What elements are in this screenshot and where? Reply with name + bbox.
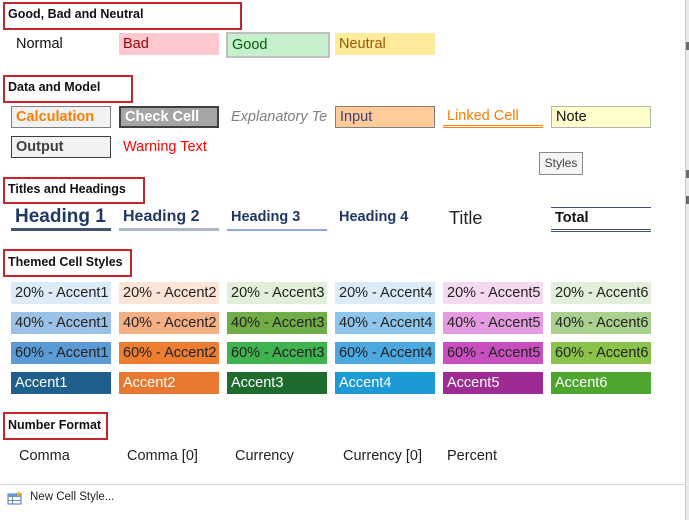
style-row60-accent5[interactable]: 60% - Accent5 — [443, 342, 543, 364]
style-accent-accent5[interactable]: Accent5 — [443, 372, 543, 394]
style-row20-accent6[interactable]: 20% - Accent6 — [551, 282, 651, 304]
style-row40-accent6[interactable]: 40% - Accent6 — [551, 312, 651, 334]
style-accent-accent6[interactable]: Accent6 — [551, 372, 651, 394]
style-row40-accent4[interactable]: 40% - Accent4 — [335, 312, 435, 334]
style-linked-cell[interactable]: Linked Cell — [443, 106, 543, 128]
style-row60-accent3[interactable]: 60% - Accent3 — [227, 342, 327, 364]
style-row60-accent6[interactable]: 60% - Accent6 — [551, 342, 651, 364]
style-row20-accent4[interactable]: 20% - Accent4 — [335, 282, 435, 304]
style-row40-accent1[interactable]: 40% - Accent1 — [11, 312, 111, 334]
style-row60-accent1[interactable]: 60% - Accent1 — [11, 342, 111, 364]
new-style-icon — [7, 491, 23, 505]
styles-tooltip: Styles — [539, 152, 583, 175]
style-bad[interactable]: Bad — [119, 33, 219, 55]
style-row20-accent1[interactable]: 20% - Accent1 — [11, 282, 111, 304]
style-row20-accent2[interactable]: 20% - Accent2 — [119, 282, 219, 304]
style-neutral[interactable]: Neutral — [335, 33, 435, 55]
style-currency[interactable]: Currency — [231, 445, 331, 467]
style-note[interactable]: Note — [551, 106, 651, 128]
style-output[interactable]: Output — [11, 136, 111, 158]
style-currency-0[interactable]: Currency [0] — [339, 445, 439, 467]
footer-divider — [0, 484, 685, 485]
highlight-box — [3, 177, 145, 204]
style-accent-accent4[interactable]: Accent4 — [335, 372, 435, 394]
highlight-box — [3, 412, 108, 440]
style-percent[interactable]: Percent — [443, 445, 543, 467]
style-title[interactable]: Title — [443, 207, 543, 231]
style-heading-1[interactable]: Heading 1 — [11, 207, 111, 231]
cell-styles-gallery: Good, Bad and Neutral Normal Bad Good Ne… — [0, 0, 686, 520]
style-calculation[interactable]: Calculation — [11, 106, 111, 128]
style-accent-accent1[interactable]: Accent1 — [11, 372, 111, 394]
style-comma-0[interactable]: Comma [0] — [123, 445, 223, 467]
style-input[interactable]: Input — [335, 106, 435, 128]
style-row40-accent2[interactable]: 40% - Accent2 — [119, 312, 219, 334]
style-check-cell[interactable]: Check Cell — [119, 106, 219, 128]
highlight-box — [3, 249, 132, 277]
highlight-box — [3, 2, 242, 30]
style-row20-accent3[interactable]: 20% - Accent3 — [227, 282, 327, 304]
style-heading-3[interactable]: Heading 3 — [227, 207, 327, 231]
style-explanatory-text[interactable]: Explanatory Te: — [227, 106, 327, 128]
style-good[interactable]: Good — [226, 32, 330, 58]
style-total[interactable]: Total — [551, 207, 651, 232]
style-heading-4[interactable]: Heading 4 — [335, 207, 435, 231]
style-row40-accent3[interactable]: 40% - Accent3 — [227, 312, 327, 334]
style-heading-2[interactable]: Heading 2 — [119, 207, 219, 231]
style-comma[interactable]: Comma — [15, 445, 115, 467]
style-warning-text[interactable]: Warning Text — [119, 136, 219, 158]
style-normal[interactable]: Normal — [10, 33, 110, 55]
style-row60-accent2[interactable]: 60% - Accent2 — [119, 342, 219, 364]
style-row60-accent4[interactable]: 60% - Accent4 — [335, 342, 435, 364]
style-accent-accent3[interactable]: Accent3 — [227, 372, 327, 394]
new-cell-style-label: New Cell Style... — [30, 491, 115, 503]
highlight-box — [3, 75, 133, 103]
new-cell-style-command[interactable]: New Cell Style... — [4, 488, 204, 510]
style-row40-accent5[interactable]: 40% - Accent5 — [443, 312, 543, 334]
style-accent-accent2[interactable]: Accent2 — [119, 372, 219, 394]
style-row20-accent5[interactable]: 20% - Accent5 — [443, 282, 543, 304]
